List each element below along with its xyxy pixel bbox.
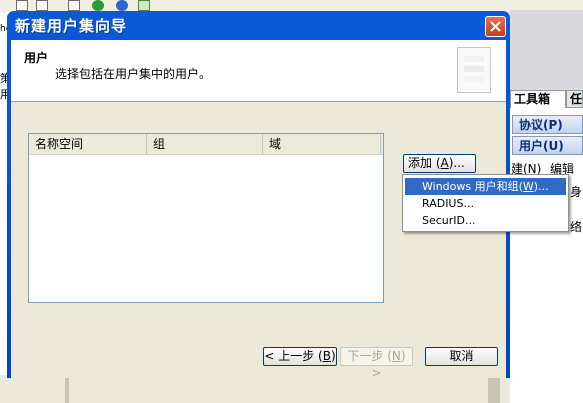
background-right-fragment: 络 xyxy=(570,220,583,234)
window-title: 新建用户集向导 xyxy=(15,17,128,35)
background-right-fragment: 身 xyxy=(570,185,583,199)
forward-green-icon[interactable] xyxy=(92,0,104,11)
column-domain[interactable]: 域 xyxy=(263,134,381,154)
back-button-accelerator: B xyxy=(322,349,331,363)
add-button-label: 添加 ( xyxy=(408,156,441,170)
add-dropdown-menu: Windows 用户和组(W)... RADIUS... SecurID... xyxy=(402,174,569,232)
add-button-accelerator: A xyxy=(440,156,449,170)
back-button-suffix: ) xyxy=(330,349,336,363)
menu-item-accelerator: W xyxy=(522,180,534,193)
next-button-accelerator: N xyxy=(391,349,401,363)
page-title: 用户 xyxy=(24,51,49,65)
page-subtitle: 选择包括在用户集中的用户。 xyxy=(55,67,212,81)
back-button-label: < 上一步 ( xyxy=(264,349,323,363)
menu-item-suffix: )... xyxy=(533,180,549,193)
column-group[interactable]: 组 xyxy=(147,134,263,154)
properties-icon[interactable] xyxy=(68,0,80,11)
menu-item-label: Windows 用户和组( xyxy=(422,180,523,193)
background-scrollbar[interactable] xyxy=(488,375,500,403)
back-button[interactable]: < 上一步 (B) xyxy=(263,347,337,366)
tab-task[interactable]: 任 xyxy=(566,90,583,108)
tab-toolbox[interactable]: 工具箱 xyxy=(510,90,566,108)
wizard-header: 用户 选择包括在用户集中的用户。 xyxy=(11,40,506,102)
users-list[interactable]: 名称空间 组 域 xyxy=(28,133,384,303)
column-namespace[interactable]: 名称空间 xyxy=(29,134,147,154)
protocol-button[interactable]: 协议(P) xyxy=(512,115,583,134)
menu-item-windows-users-groups[interactable]: Windows 用户和组(W)... xyxy=(405,178,566,195)
next-button[interactable]: 下一步 (N) > xyxy=(340,347,413,380)
wizard-graphic-icon xyxy=(457,47,491,93)
list-header: 名称空间 组 域 xyxy=(29,134,383,155)
users-button[interactable]: 用户(U) xyxy=(512,136,583,155)
close-button[interactable] xyxy=(485,16,506,37)
title-bar[interactable]: 新建用户集向导 xyxy=(7,11,510,40)
back-blue-icon[interactable] xyxy=(116,0,128,11)
edit-icon[interactable] xyxy=(16,0,28,11)
next-button-label: 下一步 ( xyxy=(347,349,392,363)
document-icon[interactable] xyxy=(36,0,48,11)
background-splitter[interactable] xyxy=(65,375,69,403)
close-icon xyxy=(490,21,501,32)
add-button-suffix: )... xyxy=(448,156,465,170)
cancel-button[interactable]: 取消 xyxy=(425,347,498,366)
add-button[interactable]: 添加 (A)... xyxy=(403,154,476,173)
network-icon[interactable] xyxy=(138,0,150,11)
menu-item-securid[interactable]: SecurID... xyxy=(405,212,566,229)
background-right-header xyxy=(510,10,583,90)
menu-item-radius[interactable]: RADIUS... xyxy=(405,195,566,212)
background-left-bottom xyxy=(0,375,12,403)
